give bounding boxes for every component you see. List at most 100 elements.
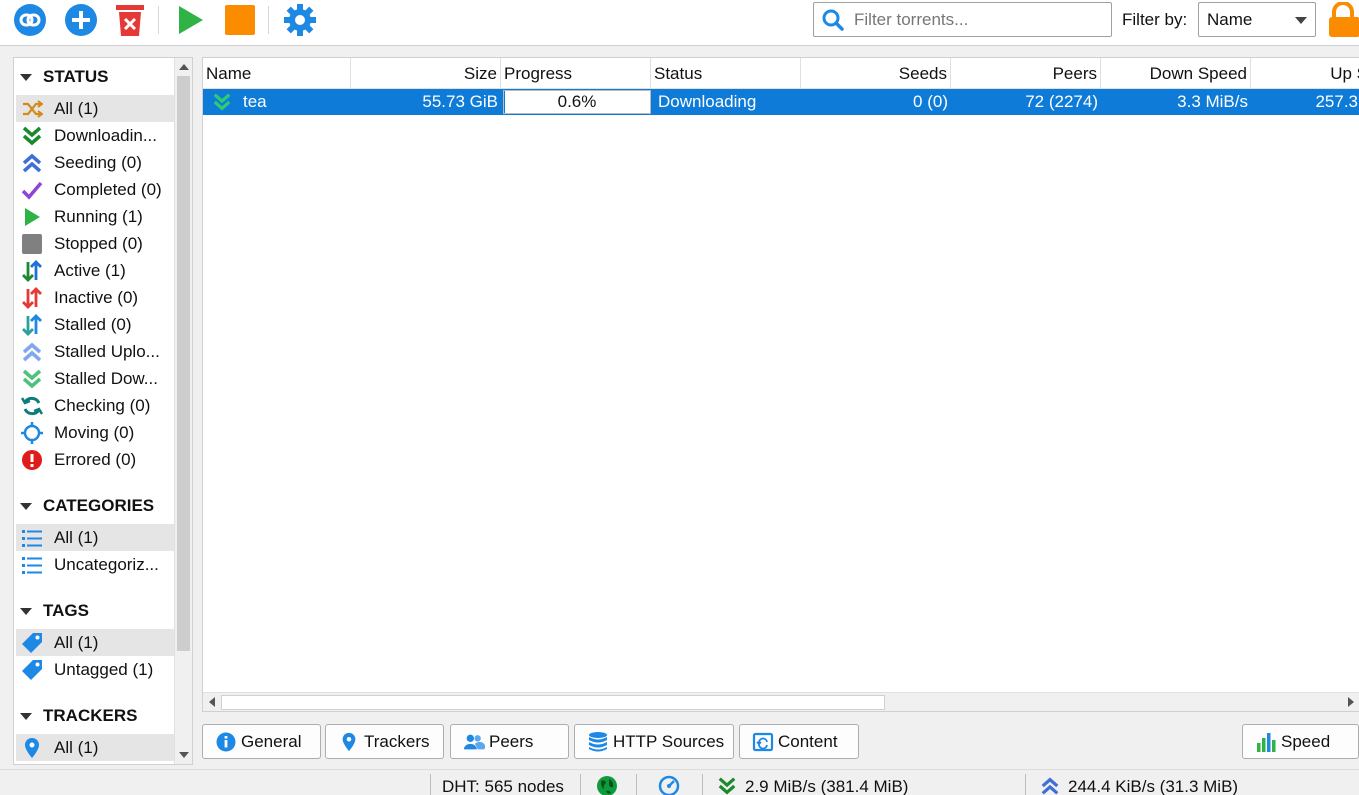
speed-button[interactable]: Speed [1242, 724, 1359, 759]
status-item-active[interactable]: Active (1) [16, 257, 174, 284]
tracker-item-all[interactable]: All (1) [16, 734, 174, 761]
stop-button[interactable] [222, 2, 258, 38]
scrollbar-thumb[interactable] [177, 76, 190, 651]
error-icon [20, 448, 44, 472]
cell-status: Downloading [658, 92, 757, 111]
status-item-stalled-upload[interactable]: Stalled Uplo... [16, 338, 174, 365]
add-torrent-button[interactable] [63, 2, 99, 38]
horizontal-scrollbar[interactable] [203, 692, 1359, 711]
tab-peers[interactable]: Peers [450, 724, 569, 759]
tag-item-all[interactable]: All (1) [16, 629, 174, 656]
inactive-arrows-icon [20, 286, 44, 310]
filter-label: Filter by: [1122, 10, 1188, 29]
cell-down-speed: 3.3 MiB/s [1177, 92, 1248, 111]
sidebar-scrollbar[interactable] [174, 58, 192, 764]
tags-header[interactable]: TAGS [20, 599, 89, 623]
tab-label: Content [778, 731, 838, 751]
lock-button[interactable] [1326, 1, 1359, 38]
status-item-downloading[interactable]: Downloadin... [16, 122, 174, 149]
lock-icon [1329, 1, 1359, 37]
plus-circle-icon [65, 4, 97, 36]
stalled-download-icon [20, 367, 44, 391]
sidebar-item-label: Downloadin... [54, 125, 158, 145]
column-header-progress[interactable]: Progress [501, 58, 651, 89]
tab-trackers[interactable]: Trackers [325, 724, 444, 759]
globe-icon[interactable] [596, 775, 618, 795]
scroll-down-icon[interactable] [179, 752, 189, 758]
scroll-up-icon[interactable] [179, 64, 189, 70]
stop-icon [225, 5, 255, 35]
status-item-stopped[interactable]: Stopped (0) [16, 230, 174, 257]
speedometer-icon[interactable] [658, 775, 680, 795]
search-icon [822, 9, 844, 31]
content-icon [752, 731, 774, 753]
column-header-up-speed[interactable]: Up S [1251, 58, 1359, 89]
users-icon [463, 731, 485, 753]
tab-http-sources[interactable]: HTTP Sources [574, 724, 734, 759]
upload-speed-status[interactable]: 244.4 KiB/s (31.3 MiB) [1068, 777, 1238, 795]
category-item-all[interactable]: All (1) [16, 524, 174, 551]
status-header[interactable]: STATUS [20, 65, 108, 89]
column-header-size[interactable]: Size [351, 58, 501, 89]
column-header-name[interactable]: Name [203, 58, 351, 89]
sidebar-item-label: Stalled (0) [54, 314, 132, 334]
torrent-table: Name Size Progress Status Seeds Peers Do… [202, 57, 1359, 712]
trackers-header[interactable]: TRACKERS [20, 704, 137, 728]
tab-content[interactable]: Content [739, 724, 859, 759]
sidebar-item-label: All (1) [54, 737, 99, 757]
play-icon [179, 6, 203, 34]
status-item-stalled[interactable]: Stalled (0) [16, 311, 174, 338]
cell-up-speed: 257.3 [1315, 92, 1358, 111]
shuffle-icon [20, 97, 44, 121]
gear-icon [284, 4, 316, 36]
filter-select-value: Name [1207, 9, 1253, 29]
sidebar-item-label: All (1) [54, 632, 99, 652]
progress-fill [504, 91, 505, 113]
trash-icon [116, 5, 144, 36]
tab-general[interactable]: General [202, 724, 321, 759]
filter-select[interactable]: Name [1198, 2, 1316, 37]
sidebar-item-label: Completed (0) [54, 179, 162, 199]
status-item-moving[interactable]: Moving (0) [16, 419, 174, 446]
categories-header[interactable]: CATEGORIES [20, 494, 154, 518]
category-item-uncategorized[interactable]: Uncategoriz... [16, 551, 174, 578]
categories-header-label: CATEGORIES [43, 496, 155, 515]
column-header-peers[interactable]: Peers [951, 58, 1101, 89]
column-header-seeds[interactable]: Seeds [801, 58, 951, 89]
column-header-status[interactable]: Status [651, 58, 801, 89]
status-item-stalled-download[interactable]: Stalled Dow... [16, 365, 174, 392]
cell-peers: 72 (2274) [1025, 92, 1098, 111]
collapse-icon [20, 607, 32, 615]
search-input[interactable] [854, 9, 1094, 30]
sidebar-item-label: Inactive (0) [54, 287, 139, 307]
sidebar: STATUS All (1) Downloadin... Seeding (0)… [13, 57, 193, 765]
options-button[interactable] [282, 2, 318, 38]
start-button[interactable] [172, 2, 208, 38]
download-speed-status[interactable]: 2.9 MiB/s (381.4 MiB) [745, 777, 908, 795]
status-item-completed[interactable]: Completed (0) [16, 176, 174, 203]
tag-item-untagged[interactable]: Untagged (1) [16, 656, 174, 683]
scroll-right-icon[interactable] [1348, 697, 1354, 707]
search-box[interactable] [813, 2, 1112, 37]
sidebar-item-label: Errored (0) [54, 449, 137, 469]
table-row[interactable]: tea 55.73 GiB 0.6% Downloading 0 (0) 72 … [203, 89, 1359, 115]
status-item-all[interactable]: All (1) [16, 95, 174, 122]
sidebar-item-label: Stopped (0) [54, 233, 143, 253]
remove-button[interactable] [112, 2, 148, 38]
cell-name: tea [209, 89, 351, 115]
play-icon [20, 205, 44, 229]
scroll-left-icon[interactable] [209, 697, 215, 707]
collapse-icon [20, 73, 32, 81]
column-header-down-speed[interactable]: Down Speed [1101, 58, 1251, 89]
status-item-inactive[interactable]: Inactive (0) [16, 284, 174, 311]
status-item-running[interactable]: Running (1) [16, 203, 174, 230]
status-item-errored[interactable]: Errored (0) [16, 446, 174, 473]
stalled-arrows-icon [20, 313, 44, 337]
status-item-seeding[interactable]: Seeding (0) [16, 149, 174, 176]
scrollbar-thumb[interactable] [221, 695, 885, 710]
refresh-icon [20, 394, 44, 418]
sidebar-item-label: Untagged (1) [54, 659, 154, 679]
tag-icon [20, 658, 44, 682]
status-item-checking[interactable]: Checking (0) [16, 392, 174, 419]
add-link-button[interactable] [12, 2, 48, 38]
